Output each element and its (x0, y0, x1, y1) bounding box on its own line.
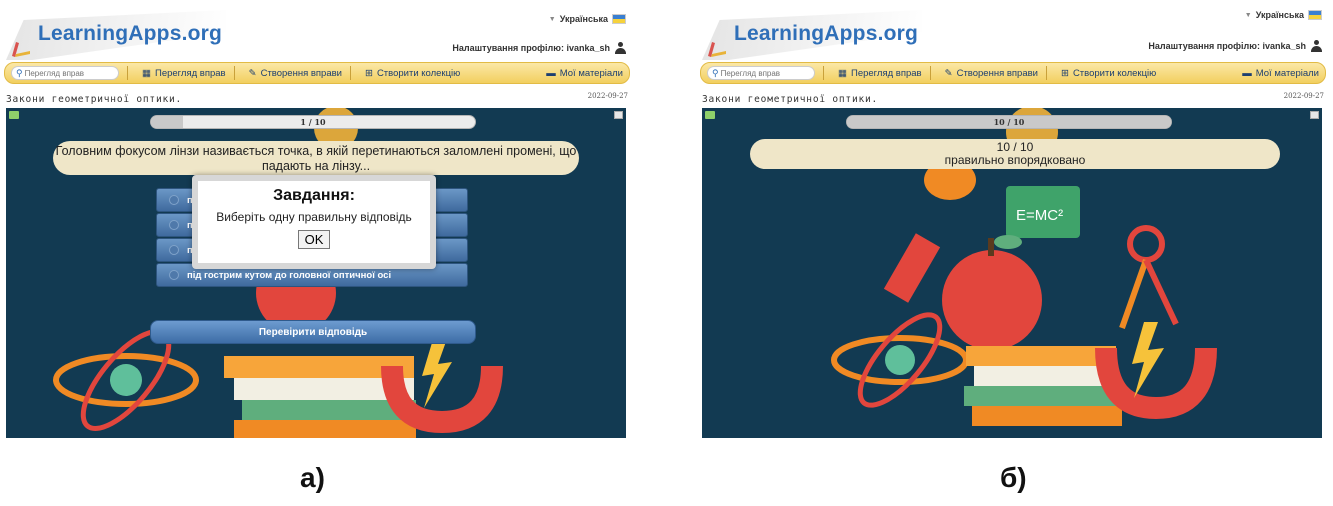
search-box[interactable]: ⚲ (11, 66, 119, 80)
dropdown-caret-icon: ▼ (1244, 11, 1252, 19)
nav-create[interactable]: ✎ Створення вправи (945, 68, 1038, 79)
exercise-title: Закони геометричної оптики. (702, 94, 879, 105)
profile-label: Налаштування профілю: ivanka_sh (1148, 41, 1306, 51)
pencil-logo-icon (12, 42, 30, 57)
nav-collection[interactable]: ⊞ Створити колекцію (1061, 68, 1156, 79)
exercise-date: 2022-09-27 (587, 92, 628, 100)
language-label: Українська (559, 14, 608, 24)
back-icon[interactable] (705, 111, 715, 119)
language-selector[interactable]: ▼ Українська (1245, 10, 1322, 20)
logo-text: LearningApps.org (734, 22, 919, 45)
site-logo[interactable]: LearningApps.org (6, 10, 226, 62)
search-icon: ⚲ (712, 67, 719, 78)
dialog-title: Завдання: (273, 187, 355, 204)
exercise-title: Закони геометричної оптики. (6, 94, 183, 105)
folder-icon: ▬ (546, 67, 556, 79)
user-icon (1311, 40, 1322, 52)
question-text: Головним фокусом лінзи називається точка… (53, 141, 579, 175)
exercise-date: 2022-09-27 (1283, 92, 1324, 100)
profile-settings-link[interactable]: Налаштування профілю: ivanka_sh (452, 42, 626, 54)
screenshot-b: LearningApps.org ▼ Українська Налаштуван… (700, 0, 1328, 450)
caption-a: а) (300, 462, 325, 493)
ukraine-flag-icon (1308, 10, 1322, 20)
exercise-stage: E=MC² 10 / 10 10 / 10 правильно впорядко… (702, 108, 1322, 438)
result-text: правильно впорядковано (944, 153, 1086, 167)
language-selector[interactable]: ▼ Українська (549, 14, 626, 24)
dialog-text: Виберіть одну правильну відповідь (216, 210, 412, 224)
search-input[interactable] (24, 68, 115, 78)
progress-bar: 10 / 10 (846, 115, 1172, 129)
screenshot-a: LearningApps.org ▼ Українська Налаштуван… (4, 0, 632, 450)
nav-collection[interactable]: ⊞ Створити колекцію (365, 68, 460, 79)
profile-label: Налаштування профілю: ivanka_sh (452, 43, 610, 53)
fullscreen-icon[interactable] (1310, 111, 1319, 119)
dropdown-caret-icon: ▼ (548, 15, 556, 23)
caption-b: б) (1000, 462, 1027, 493)
grid-icon: ▦ (142, 67, 151, 79)
ukraine-flag-icon (612, 14, 626, 24)
folder-icon: ▬ (1242, 67, 1252, 79)
main-toolbar: ⚲ ▦Перегляд вправ ✎Створення вправи ⊞Ств… (700, 62, 1326, 84)
pencil-logo-icon (708, 42, 726, 57)
radio-button[interactable] (169, 245, 179, 255)
result-bubble: 10 / 10 правильно впорядковано (750, 139, 1280, 169)
progress-bar: 1 / 10 (150, 115, 476, 129)
progress-text: 10 / 10 (993, 117, 1025, 127)
back-icon[interactable] (9, 111, 19, 119)
pencil-icon: ✎ (248, 67, 257, 79)
nav-browse[interactable]: ▦ Перегляд вправ (838, 68, 922, 79)
main-toolbar: ⚲ ▦Перегляд вправ ✎Створення вправи ⊞Ств… (4, 62, 630, 84)
radio-button[interactable] (169, 270, 179, 280)
search-box[interactable]: ⚲ (707, 66, 815, 80)
formula-text: E=MC² (1016, 207, 1063, 224)
task-dialog: Завдання: Виберіть одну правильну відпов… (192, 175, 436, 269)
radio-button[interactable] (169, 220, 179, 230)
search-input[interactable] (720, 68, 811, 78)
profile-settings-link[interactable]: Налаштування профілю: ivanka_sh (1148, 40, 1322, 52)
nav-my-materials[interactable]: ▬ Мої матеріали (1242, 68, 1319, 79)
search-icon: ⚲ (16, 67, 23, 78)
nav-create[interactable]: ✎ Створення вправи (249, 68, 342, 79)
exercise-stage: 1 / 10 Головним фокусом лінзи називаєтьс… (6, 108, 626, 438)
nav-my-materials[interactable]: ▬ Мої матеріали (546, 68, 623, 79)
check-answer-button[interactable]: Перевірити відповідь (150, 320, 476, 344)
collection-icon: ⊞ (1060, 67, 1069, 79)
ok-button[interactable]: OK (297, 230, 331, 249)
user-icon (615, 42, 626, 54)
logo-text: LearningApps.org (38, 22, 223, 45)
nav-browse[interactable]: ▦ Перегляд вправ (142, 68, 226, 79)
fullscreen-icon[interactable] (614, 111, 623, 119)
pencil-icon: ✎ (944, 67, 953, 79)
site-logo[interactable]: LearningApps.org (702, 10, 922, 62)
grid-icon: ▦ (838, 67, 847, 79)
progress-text: 1 / 10 (300, 117, 326, 127)
radio-button[interactable] (169, 195, 179, 205)
language-label: Українська (1255, 10, 1304, 20)
collection-icon: ⊞ (364, 67, 373, 79)
